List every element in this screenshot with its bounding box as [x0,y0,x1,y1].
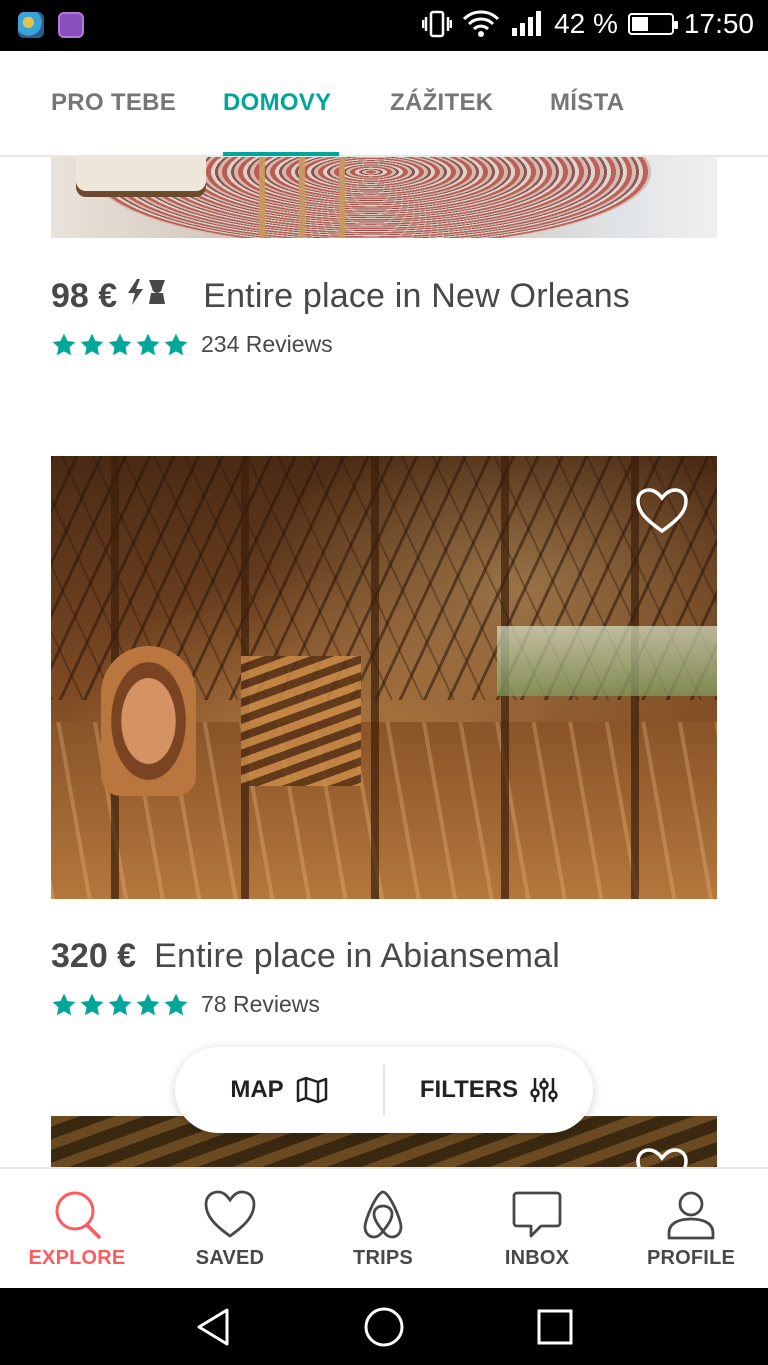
star-icon [52,993,76,1015]
battery-percent: 42 % [554,8,618,39]
nav-label: INBOX [504,1247,570,1269]
back-icon[interactable] [193,1306,235,1348]
listing-photo[interactable] [51,456,717,899]
home-icon[interactable] [363,1306,405,1348]
status-bar: 42 % 17:50 [0,0,768,51]
filters-icon [530,1078,558,1102]
battery-icon [627,13,678,35]
map-filters-bar: MAP FILTERS [175,1047,593,1133]
listing-price: 320 € [51,937,137,975]
recents-icon[interactable] [535,1306,575,1348]
tab-mista[interactable]: MÍSTA [550,89,624,117]
map-icon [296,1076,327,1104]
nav-saved[interactable]: SAVED [155,1189,305,1270]
nav-profile[interactable]: PROFILE [616,1189,766,1270]
inbox-icon [512,1191,562,1238]
star-icon [136,333,160,355]
map-label: MAP [230,1076,284,1103]
nav-label: EXPLORE [28,1247,126,1269]
tab-pro-tebe[interactable]: PRO TEBE [51,89,176,117]
trips-icon [363,1190,403,1239]
category-tabs: PRO TEBE DOMOVY ZÁŽITEK MÍSTA [0,51,768,157]
star-icon [108,333,132,355]
filters-button[interactable]: FILTERS [385,1047,593,1133]
listing-rating: 234 Reviews [51,331,333,358]
listing-photo[interactable] [51,157,717,238]
tab-domovy[interactable]: DOMOVY [223,89,331,117]
listings-feed[interactable]: 98 € Entire place in New Orleans 234 Rev… [0,157,768,1167]
nav-trips[interactable]: TRIPS [308,1189,458,1270]
star-icon [80,993,104,1015]
search-icon [55,1191,101,1239]
listing-title-row[interactable]: 98 € Entire place in New Orleans [51,277,630,316]
review-count: 78 Reviews [201,991,320,1017]
map-button[interactable]: MAP [175,1047,383,1133]
system-navigation-bar [0,1288,768,1365]
app-notification-icon [18,12,44,38]
star-icon [164,333,188,355]
nav-inbox[interactable]: INBOX [462,1189,612,1270]
clock: 17:50 [683,8,754,39]
active-tab-indicator [223,152,339,156]
nav-explore[interactable]: EXPLORE [2,1189,152,1270]
save-heart-button[interactable] [635,1147,689,1167]
filters-label: FILTERS [419,1076,519,1103]
signal-icon [512,11,542,36]
listing-name: Entire place in New Orleans [203,277,631,315]
star-icon [80,333,104,355]
star-icon [136,993,160,1015]
star-icon [52,333,76,355]
gallery-notification-icon [58,12,84,38]
nav-label: PROFILE [646,1247,736,1269]
save-heart-button[interactable] [635,487,689,535]
bottom-navigation: EXPLORE SAVED TRIPS INBOX PROFILE [0,1167,768,1288]
star-rating [51,992,189,1018]
instant-book-icon [125,277,173,307]
star-icon [108,993,132,1015]
star-icon [164,993,188,1015]
vibrate-icon [422,10,453,38]
review-count: 234 Reviews [201,331,333,357]
profile-icon [667,1191,715,1240]
listing-name: Entire place in Abiansemal [154,937,560,975]
listing-rating: 78 Reviews [51,991,320,1018]
nav-label: SAVED [195,1247,265,1269]
star-rating [51,332,189,358]
nav-label: TRIPS [353,1247,413,1269]
heart-icon [204,1190,256,1238]
wifi-icon [463,10,500,37]
tab-zazitek[interactable]: ZÁŽITEK [390,89,493,117]
listing-title-row[interactable]: 320 € Entire place in Abiansemal [51,937,560,976]
listing-price: 98 € [51,277,118,315]
